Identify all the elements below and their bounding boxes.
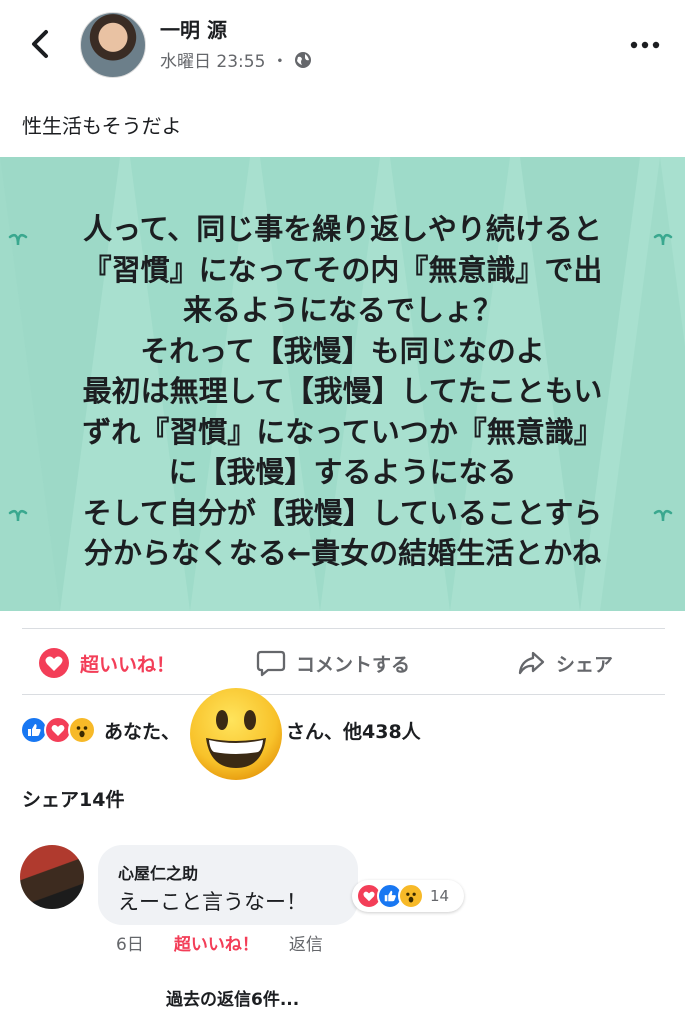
author-avatar[interactable] bbox=[80, 12, 146, 78]
back-button[interactable] bbox=[22, 26, 58, 62]
meta-separator: ・ bbox=[271, 52, 289, 72]
comment-actions: 6日 超いいね！ 返信 bbox=[116, 930, 323, 955]
comment-icon bbox=[256, 650, 286, 677]
chevron-left-icon bbox=[32, 30, 48, 58]
comment-text: えーこと言うなー！ bbox=[118, 890, 307, 914]
quote-line: 『習慣』になってその内『無意識』で出 bbox=[82, 252, 603, 287]
reactions-suffix: さん、他438人 bbox=[286, 720, 421, 743]
author-name[interactable]: 一明 源 bbox=[160, 14, 227, 43]
wow-reaction-icon bbox=[68, 716, 96, 744]
commenter-avatar[interactable] bbox=[20, 845, 84, 909]
quote-line: 最初は無理して【我慢】してたこともい bbox=[82, 374, 603, 408]
view-previous-replies[interactable]: 過去の返信6件... bbox=[166, 985, 299, 1010]
post-image[interactable]: 人って、同じ事を繰り返しやり続けると 『習慣』になってその内『無意識』で出 来る… bbox=[0, 157, 685, 611]
share-label: シェア bbox=[556, 653, 614, 676]
commenter-name[interactable]: 心屋仁之助 bbox=[118, 860, 198, 884]
post-meta: 水曜日 23:55 ・ bbox=[160, 47, 312, 72]
like-label: 超いいね！ bbox=[80, 653, 176, 676]
comment-reaction-count: 14 bbox=[430, 887, 450, 905]
share-button[interactable]: シェア bbox=[516, 645, 613, 681]
divider bbox=[22, 628, 665, 629]
quote-line: に【我慢】するようになる bbox=[168, 455, 517, 489]
reactions-prefix: あなた、 bbox=[104, 720, 181, 743]
quote-line: 来るようになるでしょ？ bbox=[182, 293, 502, 327]
comment-time: 6日 bbox=[116, 935, 144, 955]
quote-line: それって【我慢】も同じなのよ bbox=[140, 333, 545, 368]
love-reaction-button[interactable]: 超いいね！ bbox=[38, 645, 175, 681]
divider bbox=[22, 694, 665, 695]
more-options-button[interactable] bbox=[628, 30, 662, 60]
comment-label: コメントする bbox=[296, 653, 411, 676]
post-timestamp[interactable]: 水曜日 23:55 bbox=[160, 47, 265, 72]
post-header: 一明 源 水曜日 23:55 ・ bbox=[0, 0, 685, 90]
comment-reactions[interactable]: 14 bbox=[352, 880, 464, 912]
more-vertical-icon bbox=[630, 41, 660, 49]
shares-count[interactable]: シェア14件 bbox=[22, 785, 124, 812]
share-icon bbox=[518, 651, 545, 675]
quote-line: 人って、同じ事を繰り返しやり続けると bbox=[83, 212, 602, 246]
globe-icon bbox=[295, 51, 312, 68]
love-reaction-icon bbox=[39, 648, 69, 678]
quote-line: 分からなくなる←貴女の結婚生活とかね bbox=[83, 536, 602, 570]
post-text: 性生活もそうだよ bbox=[22, 114, 182, 138]
image-quote-text: 人って、同じ事を繰り返しやり続けると 『習慣』になってその内『無意識』で出 来る… bbox=[0, 209, 685, 574]
quote-line: ずれ『習慣』になっていつか『無意識』 bbox=[82, 414, 603, 449]
grinning-face-emoji-icon bbox=[190, 688, 282, 780]
wow-reaction-icon bbox=[398, 883, 424, 909]
quote-line: そして自分が【我慢】していることすら bbox=[82, 495, 603, 530]
comment-like-button[interactable]: 超いいね！ bbox=[174, 930, 259, 955]
comment-button[interactable]: コメントする bbox=[256, 645, 410, 681]
comment-reply-button[interactable]: 返信 bbox=[289, 930, 323, 955]
